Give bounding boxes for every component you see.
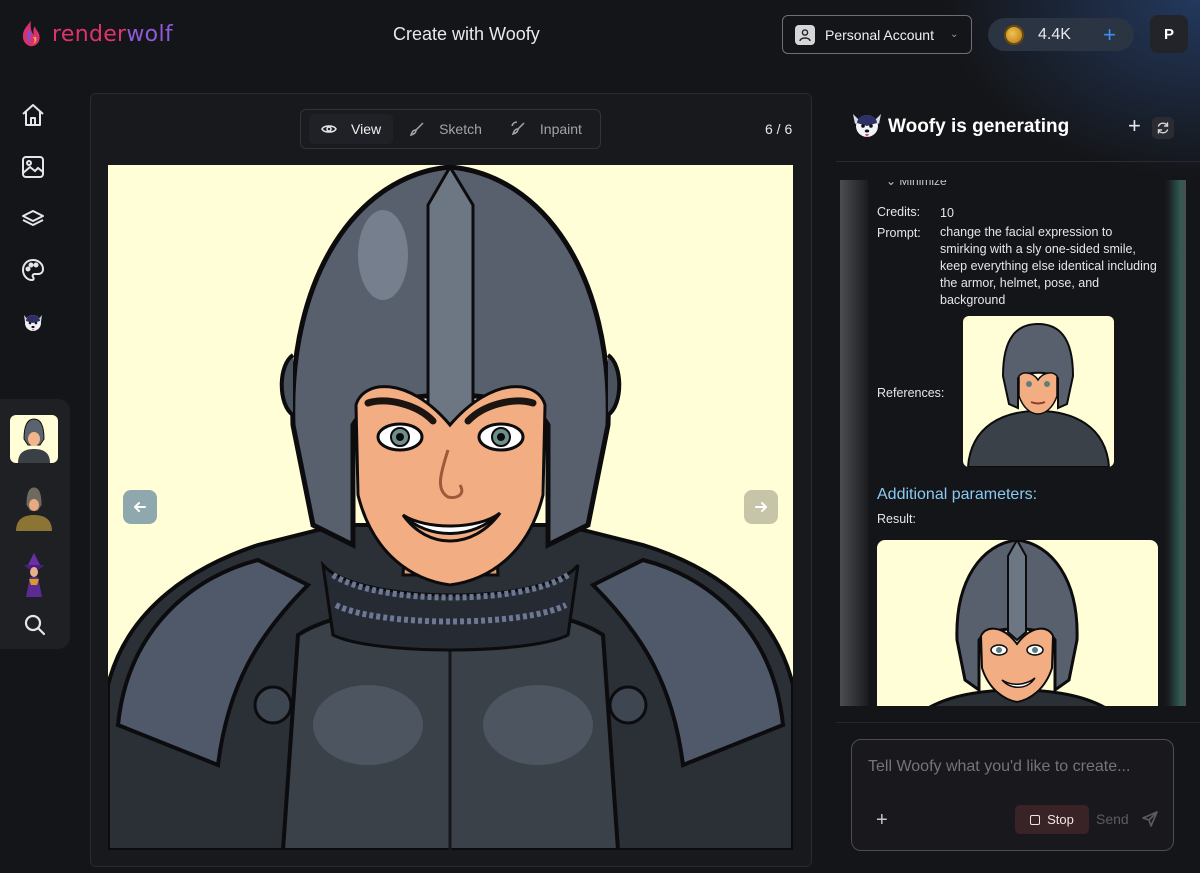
inpaint-brush-icon [511, 121, 525, 136]
prompt-input[interactable] [868, 758, 1158, 776]
golden-knight-thumbnail[interactable] [10, 483, 58, 531]
layers-icon[interactable] [19, 205, 47, 233]
next-image-button[interactable] [744, 490, 778, 524]
search-icon[interactable] [21, 611, 49, 639]
arrow-right-icon [755, 502, 767, 512]
account-selector-button[interactable]: Personal Account ⌄ [782, 15, 972, 54]
mode-view-button[interactable]: View [309, 114, 394, 144]
top-header: renderwolf Create with Woofy Personal Ac… [0, 0, 1200, 70]
result-image[interactable] [877, 540, 1158, 706]
palette-icon[interactable] [19, 256, 47, 284]
mode-toolbar: View Sketch Inpaint [300, 109, 601, 149]
arrow-left-icon [134, 502, 146, 512]
refresh-icon [1157, 122, 1169, 134]
page-title: Create with Woofy [393, 24, 540, 44]
flame-logo-icon [22, 21, 40, 47]
credits-label: Credits: [877, 205, 921, 219]
logo-wordmark: renderwolf [52, 21, 173, 47]
chat-composer: + Stop Send [851, 739, 1174, 851]
chat-title: Woofy is generating [888, 116, 1070, 137]
user-icon [795, 24, 815, 45]
reference-image[interactable] [963, 316, 1114, 467]
user-avatar-button[interactable]: P [1150, 15, 1188, 53]
prompt-label: Prompt: [877, 226, 921, 240]
composer-divider [836, 722, 1200, 723]
credits-pill: 4.4K + [988, 18, 1134, 51]
chat-message-area[interactable]: ⌄ Minimize Credits: 10 Prompt: change th… [840, 180, 1186, 706]
add-credits-button[interactable]: + [1103, 23, 1116, 46]
stop-icon [1030, 814, 1041, 825]
woofy-avatar-icon [853, 114, 881, 137]
generation-message-card: ⌄ Minimize Credits: 10 Prompt: change th… [868, 180, 1164, 706]
recent-thumbnails-panel [0, 399, 70, 649]
stop-label: Stop [1047, 812, 1074, 827]
generated-image[interactable] [108, 165, 793, 850]
mode-inpaint-button[interactable]: Inpaint [498, 114, 594, 144]
previous-image-button[interactable] [123, 490, 157, 524]
result-label: Result: [877, 512, 916, 526]
coin-icon [1004, 24, 1024, 45]
mode-view-label: View [351, 121, 382, 137]
home-icon[interactable] [19, 101, 47, 129]
send-label: Send [1096, 811, 1129, 827]
send-icon [1141, 811, 1158, 827]
image-counter: 6 / 6 [765, 121, 793, 137]
chevron-down-icon: ⌄ [949, 29, 959, 40]
new-chat-button[interactable]: + [1128, 115, 1141, 137]
minimize-label: Minimize [899, 180, 947, 188]
send-button[interactable]: Send [1096, 810, 1159, 828]
account-label: Personal Account [825, 26, 934, 43]
additional-parameters-link[interactable]: Additional parameters: [877, 486, 1037, 504]
mode-inpaint-label: Inpaint [539, 121, 582, 137]
brush-icon [409, 122, 424, 137]
woofy-icon[interactable] [19, 308, 47, 336]
minimize-toggle[interactable]: ⌄ Minimize [886, 180, 947, 188]
credits-value: 10 [940, 206, 954, 220]
purple-witch-thumbnail[interactable] [10, 551, 58, 599]
references-label: References: [877, 386, 945, 400]
mode-sketch-label: Sketch [439, 121, 482, 137]
credits-amount: 4.4K [1038, 25, 1071, 43]
stop-button[interactable]: Stop [1015, 805, 1089, 834]
knight-helmet-thumbnail[interactable] [10, 415, 58, 463]
attach-button[interactable]: + [876, 810, 888, 830]
refresh-chat-button[interactable] [1152, 117, 1174, 139]
image-icon[interactable] [19, 153, 47, 181]
mode-sketch-button[interactable]: Sketch [397, 114, 494, 144]
renderwolf-logo[interactable]: renderwolf [20, 20, 173, 48]
eye-icon [321, 125, 337, 133]
prompt-value: change the facial expression to smirking… [940, 225, 1157, 307]
